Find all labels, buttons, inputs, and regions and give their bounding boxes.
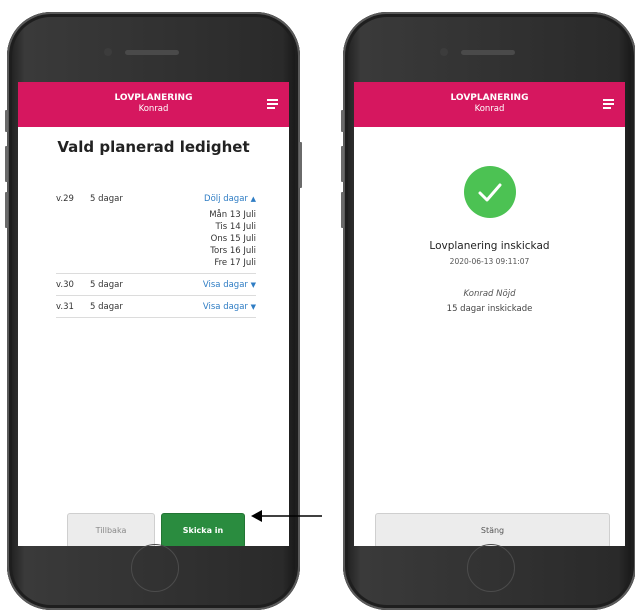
week-day-count: 5 dagar	[90, 280, 123, 290]
hamburger-menu-icon[interactable]	[267, 99, 278, 109]
app-title: LOVPLANERING	[450, 93, 529, 103]
triangle-up-icon: ▲	[250, 195, 256, 203]
earpiece-speaker	[461, 50, 515, 55]
toggle-days-label: Dölj dagar	[204, 194, 248, 204]
day-item: Mån 13 Juli	[209, 210, 256, 220]
home-button	[131, 544, 179, 592]
week-number: v.31	[56, 302, 74, 312]
triangle-down-icon: ▼	[250, 281, 256, 289]
volume-up-button	[341, 146, 344, 182]
page-title: Vald planerad ledighet	[57, 138, 250, 156]
success-badge	[464, 166, 516, 218]
divider	[56, 295, 256, 296]
mute-switch	[5, 110, 8, 132]
toggle-days-label: Visa dagar	[202, 280, 248, 290]
arrow-left-icon	[251, 510, 322, 522]
app-subtitle: Konrad	[138, 104, 169, 114]
person-name: Konrad Nöjd	[463, 289, 516, 299]
home-button	[467, 544, 515, 592]
volume-down-button	[5, 192, 8, 228]
week-day-count: 5 dagar	[90, 194, 123, 204]
volume-down-button	[341, 192, 344, 228]
day-item: Fre 17 Juli	[214, 258, 256, 268]
screen-planning: LOVPLANERING Konrad Vald planerad ledigh…	[18, 82, 289, 546]
divider	[56, 317, 256, 318]
toggle-days-link[interactable]: Dölj dagar ▲	[204, 194, 256, 204]
day-item: Tis 14 Juli	[215, 222, 256, 232]
app-title: LOVPLANERING	[114, 93, 193, 103]
week-number: v.29	[56, 194, 74, 204]
app-header: LOVPLANERING Konrad	[354, 82, 625, 127]
toggle-days-link[interactable]: Visa dagar ▼	[203, 280, 256, 290]
power-button	[299, 142, 302, 188]
submitted-count: 15 dagar inskickade	[446, 304, 533, 314]
front-camera	[440, 48, 448, 56]
status-title: Lovplanering inskickad	[429, 240, 550, 252]
app-header: LOVPLANERING Konrad	[18, 82, 289, 127]
screen-confirmation: LOVPLANERING Konrad Lovplanering inskick…	[354, 82, 625, 546]
submitted-timestamp: 2020-06-13 09:11:07	[449, 257, 530, 266]
week-number: v.30	[56, 280, 74, 290]
divider	[56, 273, 256, 274]
earpiece-speaker	[125, 50, 179, 55]
triangle-down-icon: ▼	[250, 303, 256, 311]
close-button[interactable]: Stäng	[375, 513, 610, 546]
mute-switch	[341, 110, 344, 132]
day-item: Tors 16 Juli	[210, 246, 256, 256]
week-day-count: 5 dagar	[90, 302, 123, 312]
phone-frame-right: LOVPLANERING Konrad Lovplanering inskick…	[341, 12, 635, 610]
check-icon	[478, 183, 502, 202]
day-item: Ons 15 Juli	[210, 234, 256, 244]
toggle-days-link[interactable]: Visa dagar ▼	[203, 302, 256, 312]
front-camera	[104, 48, 112, 56]
submit-button[interactable]: Skicka in	[161, 513, 245, 546]
volume-up-button	[5, 146, 8, 182]
app-subtitle: Konrad	[474, 104, 505, 114]
toggle-days-label: Visa dagar	[202, 302, 248, 312]
back-button[interactable]: Tillbaka	[67, 513, 155, 546]
hamburger-menu-icon[interactable]	[603, 99, 614, 109]
